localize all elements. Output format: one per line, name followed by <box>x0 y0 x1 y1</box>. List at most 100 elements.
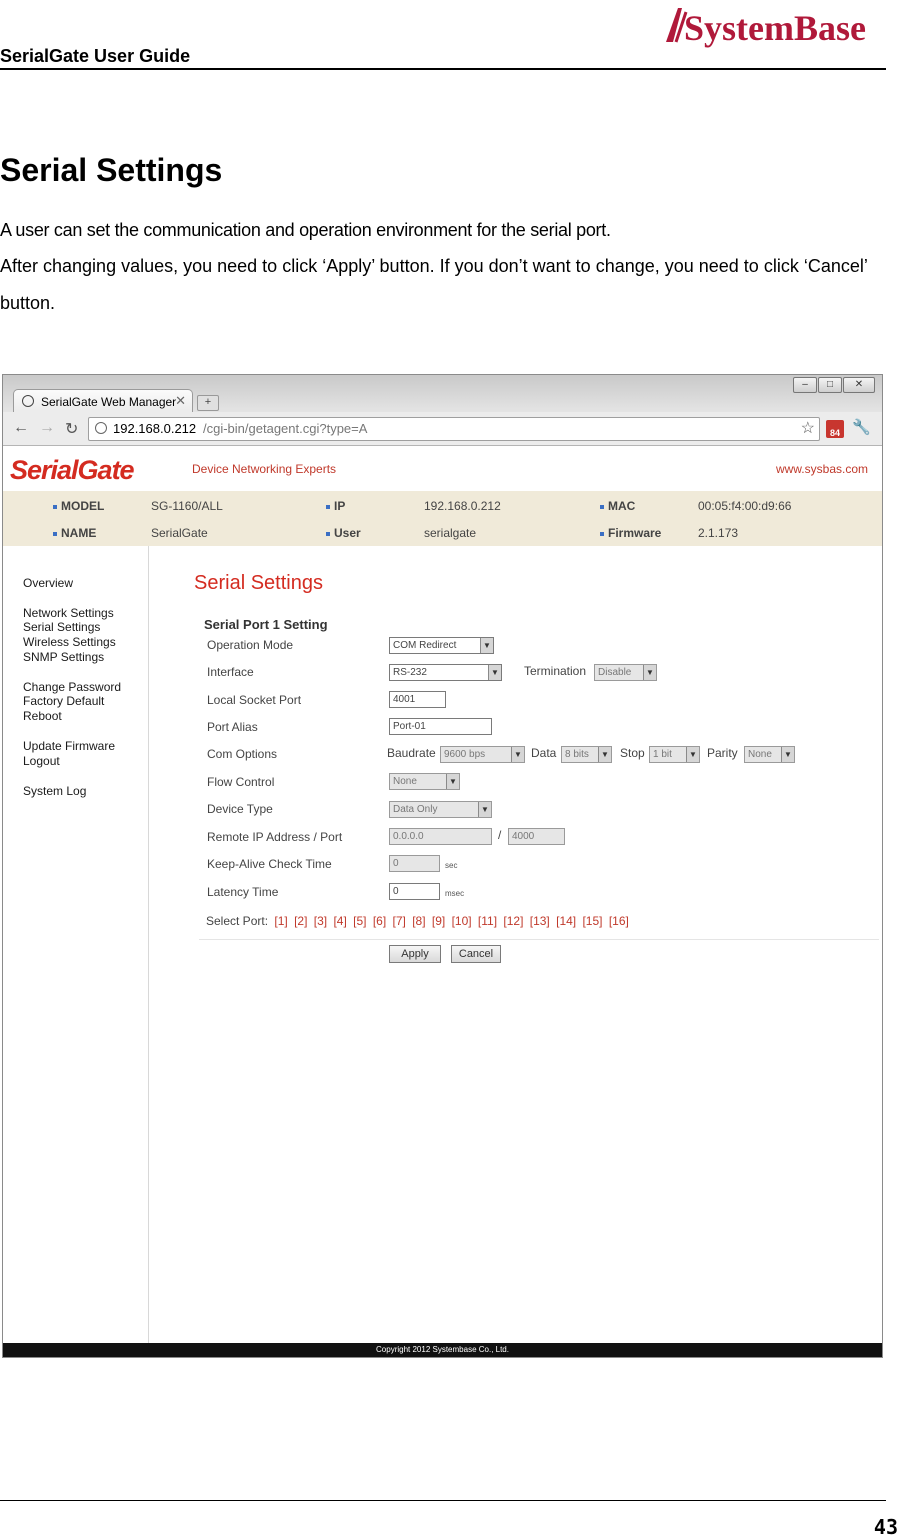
nav-snmp-settings[interactable]: SNMP Settings <box>23 650 104 664</box>
remote-ip-label: Remote IP Address / Port <box>207 830 343 844</box>
bookmark-star-icon[interactable]: ☆ <box>801 418 815 438</box>
port-link-16[interactable]: [16] <box>609 914 629 928</box>
nav-reboot[interactable]: Reboot <box>23 709 62 723</box>
page-number: 43 <box>873 1515 898 1539</box>
info-user: User <box>326 526 361 540</box>
forward-arrow-icon[interactable]: → <box>39 419 55 437</box>
guide-title: SerialGate User Guide <box>0 46 191 66</box>
port-link-15[interactable]: [15] <box>582 914 602 928</box>
port-link-2[interactable]: [2] <box>294 914 307 928</box>
port-link-12[interactable]: [12] <box>503 914 523 928</box>
port-link-13[interactable]: [13] <box>530 914 550 928</box>
chevron-down-icon: ▼ <box>511 747 524 762</box>
nav-wireless-settings[interactable]: Wireless Settings <box>23 635 116 649</box>
nav-serial-settings[interactable]: Serial Settings <box>23 620 100 634</box>
flow-control-select[interactable]: None ▼ <box>389 773 460 790</box>
url-path: /cgi-bin/getagent.cgi?type=A <box>203 421 368 436</box>
local-socket-port-label: Local Socket Port <box>207 693 302 707</box>
tab-title: SerialGate Web Manager <box>41 395 177 409</box>
nav-change-password[interactable]: Change Password <box>23 680 121 694</box>
port-link-5[interactable]: [5] <box>353 914 366 928</box>
nav-system-log[interactable]: System Log <box>23 784 86 798</box>
site-tagline: Device Networking Experts <box>192 462 337 476</box>
latency-input[interactable]: 0 <box>389 883 440 900</box>
nav-update-firmware[interactable]: Update Firmware <box>23 739 115 753</box>
info-ip-value: 192.168.0.212 <box>424 499 501 513</box>
parity-label: Parity <box>707 746 738 760</box>
port-link-14[interactable]: [14] <box>556 914 576 928</box>
port-link-6[interactable]: [6] <box>373 914 386 928</box>
page-favicon-icon <box>22 395 34 407</box>
remote-port-input[interactable]: 4000 <box>508 828 565 845</box>
parity-select[interactable]: None ▼ <box>744 746 795 763</box>
port-link-1[interactable]: [1] <box>274 914 287 928</box>
device-type-label: Device Type <box>207 802 273 816</box>
stop-bits-label: Stop <box>620 746 645 760</box>
nav-logout[interactable]: Logout <box>23 754 60 768</box>
close-tab-icon[interactable]: ✕ <box>175 393 186 409</box>
interface-select[interactable]: RS-232 ▼ <box>389 664 502 681</box>
page-title: Serial Settings <box>194 572 323 594</box>
data-bits-label: Data <box>531 746 557 760</box>
tab-strip: SerialGate Web Manager ✕ + – □ ✕ <box>3 375 882 414</box>
chevron-down-icon: ▼ <box>643 665 656 680</box>
info-firmware-value: 2.1.173 <box>698 526 739 540</box>
port-alias-input[interactable]: Port-01 <box>389 718 492 735</box>
cancel-button[interactable]: Cancel <box>451 945 501 963</box>
chevron-down-icon: ▼ <box>598 747 611 762</box>
local-socket-port-input[interactable]: 4001 <box>389 691 446 708</box>
info-model-value: SG-1160/ALL <box>151 499 223 513</box>
browser-window: SerialGate Web Manager ✕ + – □ ✕ ← → ↻ 1… <box>2 374 883 1358</box>
reload-icon[interactable]: ↻ <box>65 419 78 439</box>
port-link-3[interactable]: [3] <box>314 914 327 928</box>
port-setting-heading: Serial Port 1 Setting <box>204 617 328 632</box>
apply-button[interactable]: Apply <box>389 945 441 963</box>
info-ip: IP <box>326 499 345 513</box>
remote-ip-input[interactable]: 0.0.0.0 <box>389 828 492 845</box>
instruction-paragraph: After changing values, you need to click… <box>0 256 868 313</box>
port-link-7[interactable]: [7] <box>393 914 406 928</box>
ip-port-separator: / <box>498 828 502 842</box>
browser-tab[interactable]: SerialGate Web Manager ✕ <box>13 389 193 414</box>
address-bar[interactable]: 192.168.0.212 /cgi-bin/getagent.cgi?type… <box>88 417 820 441</box>
operation-mode-select[interactable]: COM Redirect ▼ <box>389 637 494 654</box>
chevron-down-icon: ▼ <box>446 774 459 789</box>
device-info-bar: MODEL SG-1160/ALL IP 192.168.0.212 MAC 0… <box>3 491 882 546</box>
keepalive-label: Keep-Alive Check Time <box>207 857 332 871</box>
latency-unit: msec <box>445 889 465 898</box>
site-url-link[interactable]: www.sysbas.com <box>776 462 868 476</box>
browser-toolbar: ← → ↻ 192.168.0.212 /cgi-bin/getagent.cg… <box>3 412 882 446</box>
interface-label: Interface <box>207 665 254 679</box>
nav-network-settings[interactable]: Network Settings <box>23 606 114 620</box>
divider <box>199 939 879 940</box>
nav-factory-default[interactable]: Factory Default <box>23 694 104 708</box>
new-tab-button[interactable]: + <box>197 395 219 411</box>
termination-select[interactable]: Disable ▼ <box>594 664 657 681</box>
close-window-button[interactable]: ✕ <box>843 377 875 393</box>
baudrate-select[interactable]: 9600 bps ▼ <box>440 746 525 763</box>
svg-text:SystemBase: SystemBase <box>684 8 866 48</box>
maximize-button[interactable]: □ <box>818 377 842 393</box>
port-link-9[interactable]: [9] <box>432 914 445 928</box>
settings-content: Serial Settings Serial Port 1 Setting Op… <box>149 546 882 1343</box>
wrench-icon[interactable]: 🔧 <box>852 418 871 436</box>
stop-bits-select[interactable]: 1 bit ▼ <box>649 746 700 763</box>
port-link-4[interactable]: [4] <box>333 914 346 928</box>
chevron-down-icon: ▼ <box>686 747 699 762</box>
device-type-select[interactable]: Data Only ▼ <box>389 801 492 818</box>
port-link-8[interactable]: [8] <box>412 914 425 928</box>
back-arrow-icon[interactable]: ← <box>13 419 29 437</box>
com-options-label: Com Options <box>207 747 278 761</box>
url-host: 192.168.0.212 <box>113 421 197 436</box>
data-bits-select[interactable]: 8 bits ▼ <box>561 746 612 763</box>
port-link-10[interactable]: [10] <box>452 914 472 928</box>
flow-control-label: Flow Control <box>207 775 275 789</box>
keepalive-input[interactable]: 0 <box>389 855 440 872</box>
minimize-button[interactable]: – <box>793 377 817 393</box>
section-heading: Serial Settings <box>0 152 223 188</box>
port-link-11[interactable]: [11] <box>478 914 497 928</box>
info-name: NAME <box>53 526 96 540</box>
nav-overview[interactable]: Overview <box>23 576 73 590</box>
extension-icon[interactable]: 84 <box>826 420 844 438</box>
info-firmware: Firmware <box>600 526 661 540</box>
